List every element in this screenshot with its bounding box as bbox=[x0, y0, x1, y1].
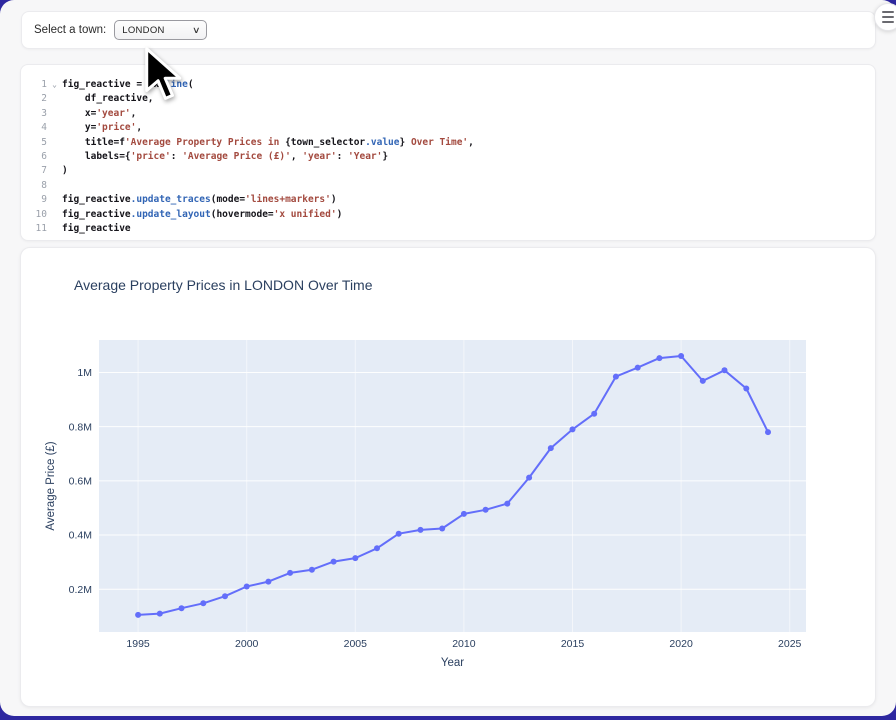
fold-caret-icon[interactable]: ⌄ bbox=[47, 78, 62, 92]
code-line: 5 title=f'Average Property Prices in {to… bbox=[21, 136, 875, 150]
fold-gutter bbox=[47, 164, 62, 178]
code-text: y='price', bbox=[62, 121, 875, 135]
fold-gutter bbox=[47, 136, 62, 150]
fold-gutter bbox=[47, 179, 62, 193]
line-number: 3 bbox=[21, 107, 47, 121]
code-line: 11 fig_reactive bbox=[21, 222, 875, 236]
town-select-value: LONDON bbox=[122, 25, 192, 36]
code-line: 2 df_reactive, bbox=[21, 92, 875, 106]
code-text: x='year', bbox=[62, 107, 875, 121]
svg-text:1995: 1995 bbox=[126, 638, 150, 650]
svg-text:0.6M: 0.6M bbox=[69, 476, 92, 488]
code-text: fig_reactive.update_traces(mode='lines+m… bbox=[62, 193, 875, 207]
screen: { "theme": { "frame_color": "#2e28a0", "… bbox=[0, 0, 896, 720]
y-axis-title: Average Price (£) bbox=[45, 441, 57, 530]
fold-gutter bbox=[47, 222, 62, 236]
code-text: labels={'price': 'Average Price (£)', 'y… bbox=[62, 150, 875, 164]
line-number: 2 bbox=[21, 92, 47, 106]
code-line: 4 y='price', bbox=[21, 121, 875, 135]
svg-text:2010: 2010 bbox=[452, 638, 476, 650]
svg-text:0.4M: 0.4M bbox=[69, 530, 92, 542]
line-number: 1 bbox=[21, 78, 47, 92]
svg-text:2000: 2000 bbox=[235, 638, 259, 650]
svg-text:2015: 2015 bbox=[561, 638, 585, 650]
line-number: 6 bbox=[21, 150, 47, 164]
plot-area[interactable] bbox=[99, 340, 806, 632]
code-line: 8 bbox=[21, 179, 875, 193]
fold-gutter bbox=[47, 121, 62, 135]
y-tick-labels: 0.2M 0.4M 0.6M 0.8M 1M bbox=[69, 367, 92, 596]
x-axis-title: Year bbox=[441, 657, 464, 669]
code-lines: 1⌄fig_reactive = px.line(2 df_reactive,3… bbox=[21, 78, 875, 236]
line-number: 5 bbox=[21, 136, 47, 150]
code-text bbox=[62, 179, 875, 193]
code-line: 3 x='year', bbox=[21, 107, 875, 121]
code-text: fig_reactive.update_layout(hovermode='x … bbox=[62, 208, 875, 222]
code-text: ) bbox=[62, 164, 875, 178]
chart-output-cell: 0.2M 0.4M 0.6M 0.8M 1M 1995 2000 2005 2010 2015 20… bbox=[20, 247, 876, 707]
town-select-dropdown[interactable]: LONDON ∨ bbox=[114, 20, 207, 40]
code-text: fig_reactive = px.line( bbox=[62, 78, 875, 92]
hamburger-icon bbox=[882, 11, 894, 13]
code-line: 1⌄fig_reactive = px.line( bbox=[21, 78, 875, 92]
line-number: 10 bbox=[21, 208, 47, 222]
chevron-down-icon: ∨ bbox=[192, 25, 201, 36]
fold-gutter bbox=[47, 107, 62, 121]
code-line: 7) bbox=[21, 164, 875, 178]
line-number: 7 bbox=[21, 164, 47, 178]
fold-gutter bbox=[47, 150, 62, 164]
code-text: fig_reactive bbox=[62, 222, 875, 236]
town-select-label: Select a town: bbox=[34, 24, 106, 36]
code-line: 10 fig_reactive.update_layout(hovermode='… bbox=[21, 208, 875, 222]
line-chart[interactable]: 0.2M 0.4M 0.6M 0.8M 1M 1995 2000 2005 2010 2015 20… bbox=[21, 248, 877, 708]
menu-button[interactable] bbox=[874, 3, 896, 31]
fold-gutter bbox=[47, 92, 62, 106]
line-number: 11 bbox=[21, 222, 47, 236]
svg-text:0.2M: 0.2M bbox=[69, 584, 92, 596]
line-number: 8 bbox=[21, 179, 47, 193]
widget-bar: Select a town: LONDON ∨ bbox=[21, 11, 876, 49]
svg-text:2020: 2020 bbox=[669, 638, 693, 650]
svg-text:1M: 1M bbox=[77, 367, 92, 379]
svg-text:0.8M: 0.8M bbox=[69, 421, 92, 433]
svg-text:2005: 2005 bbox=[344, 638, 368, 650]
line-number: 9 bbox=[21, 193, 47, 207]
code-text: df_reactive, bbox=[62, 92, 875, 106]
code-line: 9 fig_reactive.update_traces(mode='lines+… bbox=[21, 193, 875, 207]
fold-gutter bbox=[47, 208, 62, 222]
chart-title: Average Property Prices in LONDON Over T… bbox=[74, 277, 373, 293]
svg-text:2025: 2025 bbox=[778, 638, 802, 650]
line-number: 4 bbox=[21, 121, 47, 135]
code-line: 6 labels={'price': 'Average Price (£)', … bbox=[21, 150, 875, 164]
code-text: title=f'Average Property Prices in {town… bbox=[62, 136, 875, 150]
notebook-page: Select a town: LONDON ∨ 1⌄fig_reactive =… bbox=[0, 0, 896, 716]
fold-gutter bbox=[47, 193, 62, 207]
x-tick-labels: 1995 2000 2005 2010 2015 2020 2025 bbox=[126, 638, 801, 650]
code-editor-cell[interactable]: 1⌄fig_reactive = px.line(2 df_reactive,3… bbox=[20, 64, 876, 241]
